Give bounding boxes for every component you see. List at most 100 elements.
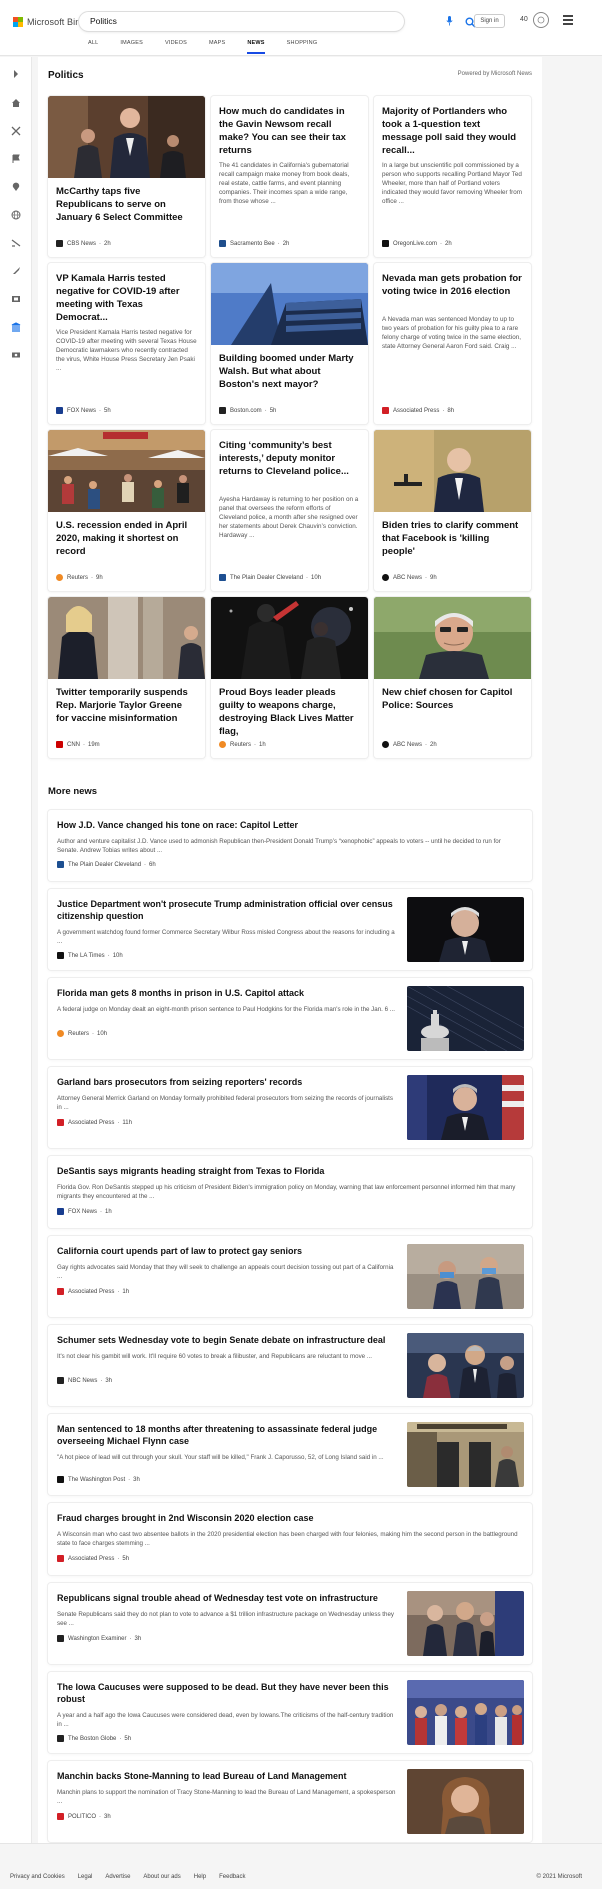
news-card[interactable]: How much do candidates in the Gavin News… [211, 96, 368, 257]
film-icon[interactable] [10, 293, 22, 305]
more-news-headline[interactable]: DeSantis says migrants heading straight … [57, 1165, 324, 1177]
more-news-item[interactable]: Manchin backs Stone-Manning to lead Bure… [48, 1761, 532, 1842]
more-news-item[interactable]: Justice Department won't prosecute Trump… [48, 889, 532, 970]
globe-icon[interactable] [10, 209, 22, 221]
more-news-headline[interactable]: Justice Department won't prosecute Trump… [57, 898, 397, 922]
news-card[interactable]: Twitter temporarily suspends Rep. Marjor… [48, 597, 205, 758]
more-news-headline[interactable]: Garland bars prosecutors from seizing re… [57, 1076, 397, 1088]
footer-link-help[interactable]: Help [194, 1874, 206, 1880]
tab-maps[interactable]: MAPS [209, 40, 225, 54]
news-card[interactable]: McCarthy taps five Republicans to serve … [48, 96, 205, 257]
tools-icon[interactable] [10, 125, 22, 137]
search-box[interactable]: Politics [79, 12, 476, 31]
news-card[interactable]: Majority of Portlanders who took a 1-que… [374, 96, 531, 257]
more-news-headline[interactable]: How J.D. Vance changed his tone on race:… [57, 819, 298, 831]
flag-icon[interactable] [10, 153, 22, 165]
more-news-item[interactable]: The Iowa Caucuses were supposed to be de… [48, 1672, 532, 1753]
news-source[interactable]: ABC News · 2h [382, 741, 437, 748]
more-news-item[interactable]: Fraud charges brought in 2nd Wisconsin 2… [48, 1503, 532, 1575]
money-icon[interactable] [10, 349, 22, 361]
tab-images[interactable]: IMAGES [120, 40, 143, 54]
news-card[interactable]: Building boomed under Marty Walsh. But w… [211, 263, 368, 424]
news-card[interactable]: U.S. recession ended in April 2020, maki… [48, 430, 205, 591]
news-title[interactable]: How much do candidates in the Gavin News… [219, 105, 360, 157]
news-source[interactable]: Associated Press · 11h [57, 1119, 132, 1126]
news-title[interactable]: Majority of Portlanders who took a 1-que… [382, 105, 523, 157]
news-source[interactable]: The LA Times · 10h [57, 952, 123, 959]
news-title[interactable]: U.S. recession ended in April 2020, maki… [56, 519, 197, 558]
more-news-item[interactable]: Schumer sets Wednesday vote to begin Sen… [48, 1325, 532, 1406]
sign-in-button[interactable]: Sign in [474, 14, 505, 28]
microphone-icon[interactable] [446, 16, 453, 29]
news-source[interactable]: The Plain Dealer Cleveland · 10h [219, 574, 321, 581]
news-source[interactable]: The Plain Dealer Cleveland · 6h [57, 861, 156, 868]
news-title[interactable]: Building boomed under Marty Walsh. But w… [219, 352, 360, 391]
news-card[interactable]: Proud Boys leader pleads guilty to weapo… [211, 597, 368, 758]
news-source[interactable]: Associated Press · 1h [57, 1288, 129, 1295]
news-source[interactable]: Reuters · 10h [57, 1030, 107, 1037]
news-title[interactable]: Citing ‘community’s best interests,’ dep… [219, 439, 360, 478]
more-news-item[interactable]: DeSantis says migrants heading straight … [48, 1156, 532, 1228]
news-source[interactable]: Washington Examiner · 3h [57, 1635, 141, 1642]
bing-logo[interactable]: Microsoft Bing [13, 15, 85, 29]
news-title[interactable]: Proud Boys leader pleads guilty to weapo… [219, 686, 360, 738]
news-source[interactable]: Sacramento Bee · 2h [219, 240, 289, 247]
news-source[interactable]: POLITICO · 3h [57, 1813, 111, 1820]
more-news-headline[interactable]: Republicans signal trouble ahead of Wedn… [57, 1592, 397, 1604]
news-title[interactable]: Twitter temporarily suspends Rep. Marjor… [56, 686, 197, 725]
news-source[interactable]: The Boston Globe · 5h [57, 1735, 131, 1742]
news-source[interactable]: Reuters · 1h [219, 741, 266, 748]
search-input[interactable]: Politics [90, 16, 117, 26]
hamburger-menu-icon[interactable] [563, 15, 573, 27]
more-news-headline[interactable]: Fraud charges brought in 2nd Wisconsin 2… [57, 1512, 314, 1524]
news-card[interactable]: VP Kamala Harris tested negative for COV… [48, 263, 205, 424]
footer-link-legal[interactable]: Legal [78, 1874, 93, 1880]
powered-by-label[interactable]: Powered by Microsoft News [38, 71, 532, 77]
more-news-headline[interactable]: Man sentenced to 18 months after threate… [57, 1423, 397, 1447]
news-card[interactable]: Biden tries to clarify comment that Face… [374, 430, 531, 591]
more-news-item[interactable]: How J.D. Vance changed his tone on race:… [48, 810, 532, 881]
more-news-headline[interactable]: Manchin backs Stone-Manning to lead Bure… [57, 1770, 397, 1782]
rewards-medal-icon[interactable] [533, 12, 549, 28]
footer-link-about-ads[interactable]: About our ads [143, 1874, 180, 1880]
news-source[interactable]: OregonLive.com · 2h [382, 240, 452, 247]
news-title[interactable]: New chief chosen for Capitol Police: Sou… [382, 686, 523, 712]
news-source[interactable]: Reuters · 9h [56, 574, 103, 581]
news-source[interactable]: Associated Press · 5h [57, 1555, 129, 1562]
footer-link-privacy[interactable]: Privacy and Cookies [10, 1874, 65, 1880]
more-news-headline[interactable]: California court upends part of law to p… [57, 1245, 397, 1257]
tab-news[interactable]: NEWS [247, 40, 265, 54]
more-news-item[interactable]: Florida man gets 8 months in prison in U… [48, 978, 532, 1059]
tab-all[interactable]: ALL [88, 40, 98, 54]
news-card[interactable]: Nevada man gets probation for voting twi… [374, 263, 531, 424]
location-pin-icon[interactable] [10, 181, 22, 193]
more-news-item[interactable]: Garland bars prosecutors from seizing re… [48, 1067, 532, 1148]
tab-shopping[interactable]: SHOPPING [287, 40, 318, 54]
more-news-headline[interactable]: Schumer sets Wednesday vote to begin Sen… [57, 1334, 397, 1346]
news-source[interactable]: CBS News · 2h [56, 240, 111, 247]
home-icon[interactable] [10, 97, 22, 109]
news-source[interactable]: NBC News · 3h [57, 1377, 112, 1384]
news-source[interactable]: Associated Press · 8h [382, 407, 454, 414]
news-card[interactable]: Citing ‘community’s best interests,’ dep… [211, 430, 368, 591]
news-title[interactable]: McCarthy taps five Republicans to serve … [56, 185, 197, 224]
more-news-item[interactable]: Republicans signal trouble ahead of Wedn… [48, 1583, 532, 1664]
rewards-points[interactable]: 40 [520, 16, 528, 23]
more-news-item[interactable]: Man sentenced to 18 months after threate… [48, 1414, 532, 1495]
news-source[interactable]: FOX News · 1h [57, 1208, 112, 1215]
more-news-headline[interactable]: Florida man gets 8 months in prison in U… [57, 987, 397, 999]
more-news-headline[interactable]: The Iowa Caucuses were supposed to be de… [57, 1681, 397, 1705]
expand-arrow-icon[interactable] [10, 68, 22, 80]
news-card[interactable]: New chief chosen for Capitol Police: Sou… [374, 597, 531, 758]
politics-building-icon[interactable] [10, 321, 22, 333]
news-source[interactable]: ABC News · 9h [382, 574, 437, 581]
news-title[interactable]: Nevada man gets probation for voting twi… [382, 272, 523, 298]
news-title[interactable]: Biden tries to clarify comment that Face… [382, 519, 523, 558]
scales-icon[interactable] [10, 237, 22, 249]
footer-link-feedback[interactable]: Feedback [219, 1874, 245, 1880]
rocket-icon[interactable] [10, 265, 22, 277]
footer-link-advertise[interactable]: Advertise [105, 1874, 130, 1880]
tab-videos[interactable]: VIDEOS [165, 40, 187, 54]
news-source[interactable]: CNN · 19m [56, 741, 100, 748]
news-source[interactable]: Boston.com · 5h [219, 407, 276, 414]
